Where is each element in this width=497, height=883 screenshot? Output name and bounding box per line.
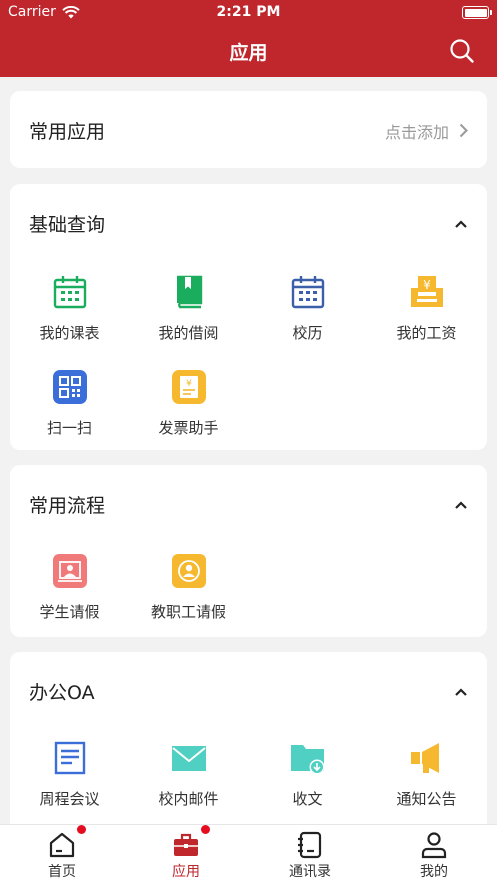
staff-leave-icon (171, 554, 206, 588)
status-bar: Carrier 2:21 PM (0, 0, 497, 26)
app-label: 发票助手 (158, 419, 219, 437)
calendar-icon (291, 276, 324, 309)
app-invoice-assistant[interactable]: ¥ 发票助手 (129, 369, 248, 438)
app-label: 我的课表 (39, 324, 100, 342)
home-icon (49, 832, 75, 858)
office-oa-card: 办公OA 周程会议 校内邮件 收文 通知公告 (10, 652, 487, 852)
app-label: 收文 (292, 790, 323, 808)
app-label: 扫一扫 (46, 419, 92, 437)
svg-text:¥: ¥ (186, 379, 192, 389)
status-time: 2:21 PM (216, 4, 281, 20)
megaphone-icon (410, 743, 439, 773)
battery-icon (462, 6, 492, 19)
apps-badge (201, 825, 210, 834)
app-scan[interactable]: 扫一扫 (10, 369, 129, 438)
tab-me[interactable]: 我的 (372, 825, 496, 883)
student-leave-icon (52, 554, 87, 588)
search-icon[interactable] (449, 38, 475, 64)
app-label: 校历 (292, 324, 323, 342)
app-school-calendar[interactable]: 校历 (248, 274, 367, 343)
tab-contacts[interactable]: 通讯录 (248, 825, 372, 883)
tab-label: 通讯录 (289, 864, 331, 880)
tab-apps[interactable]: 应用 (124, 825, 248, 883)
app-campus-mail[interactable]: 校内邮件 (129, 740, 248, 809)
basic-query-title: 基础查询 (29, 214, 106, 236)
app-my-schedule[interactable]: 我的课表 (10, 274, 129, 343)
book-icon (176, 275, 202, 309)
tab-label: 应用 (172, 864, 200, 880)
nav-bar: 应用 (0, 26, 497, 77)
home-badge (77, 825, 86, 834)
add-app-label: 点击添加 (384, 122, 449, 142)
app-label: 校内邮件 (158, 790, 219, 808)
invoice-icon: ¥ (171, 370, 206, 404)
briefcase-icon (174, 833, 198, 856)
app-my-salary[interactable]: ¥ 我的工资 (367, 274, 486, 343)
app-label: 教职工请假 (150, 603, 226, 621)
chevron-up-icon[interactable] (454, 687, 468, 697)
add-app-link[interactable]: 点击添加 (385, 119, 468, 143)
app-label: 通知公告 (396, 790, 457, 808)
app-notice[interactable]: 通知公告 (367, 740, 486, 809)
document-list-icon (54, 741, 85, 775)
chevron-right-icon (459, 123, 468, 138)
common-process-card: 常用流程 学生请假 教职工请假 (10, 465, 487, 637)
app-my-borrowing[interactable]: 我的借阅 (129, 274, 248, 343)
common-apps-card[interactable]: 常用应用 点击添加 (10, 91, 487, 168)
app-label: 周程会议 (39, 790, 100, 808)
address-book-icon (298, 831, 322, 859)
app-student-leave[interactable]: 学生请假 (10, 553, 129, 622)
app-label: 我的借阅 (158, 324, 219, 342)
chevron-up-icon[interactable] (454, 219, 468, 229)
app-weekly-meeting[interactable]: 周程会议 (10, 740, 129, 809)
app-label: 学生请假 (39, 603, 100, 621)
tab-label: 首页 (48, 864, 76, 880)
mail-icon (171, 746, 206, 771)
tab-label: 我的 (420, 864, 448, 880)
office-oa-title: 办公OA (29, 682, 95, 704)
common-process-title: 常用流程 (29, 495, 106, 517)
svg-text:¥: ¥ (423, 278, 431, 292)
salary-icon: ¥ (410, 276, 443, 307)
common-apps-title: 常用应用 (29, 121, 106, 143)
tab-bar: 首页 应用 通讯录 我的 (0, 824, 497, 883)
tab-home[interactable]: 首页 (0, 825, 124, 883)
chevron-up-icon[interactable] (454, 500, 468, 510)
basic-query-card: 基础查询 我的课表 我的借阅 校历 ¥ 我的工资 扫一扫 ¥ 发票助手 (10, 184, 487, 450)
calendar-icon (53, 276, 86, 309)
app-incoming-docs[interactable]: 收文 (248, 740, 367, 809)
folder-download-icon (290, 745, 324, 775)
app-staff-leave[interactable]: 教职工请假 (129, 553, 248, 622)
app-label: 我的工资 (396, 324, 457, 342)
qr-scan-icon (52, 370, 87, 404)
user-icon (421, 832, 447, 859)
page-title: 应用 (229, 42, 268, 64)
